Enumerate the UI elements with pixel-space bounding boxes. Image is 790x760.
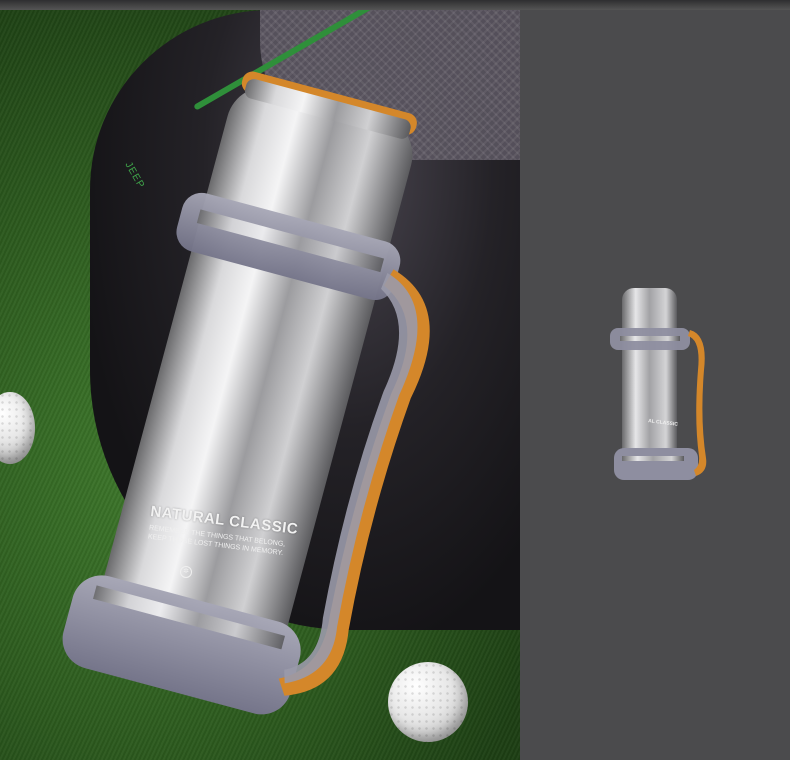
bottle-label-icon: ✲ [180, 566, 192, 578]
small-bottom-sleeve [614, 448, 698, 480]
thermos-bottle-small [610, 288, 707, 480]
thermos-bottle-large [62, 71, 430, 715]
